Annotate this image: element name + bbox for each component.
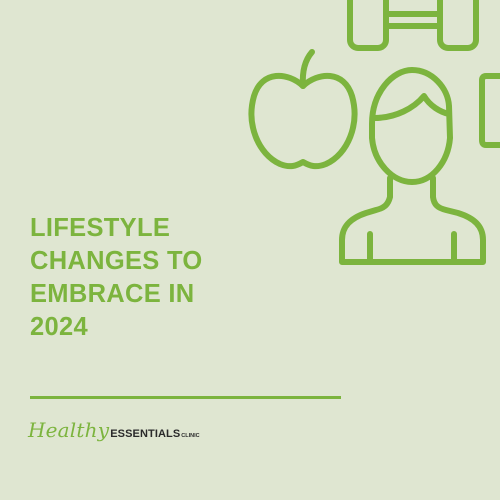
dumbbell-icon	[347, 0, 479, 51]
headline-line-2: CHANGES TO	[30, 247, 203, 275]
divider-line	[30, 396, 341, 399]
headline-line-4: 2024	[30, 313, 88, 341]
headline: LIFESTYLE CHANGES TO EMBRACE IN 2024	[30, 212, 330, 344]
phone-icon	[479, 73, 500, 148]
brand-logo: Healthy ESSENTIALS CLINIC	[28, 418, 200, 452]
apple-icon	[248, 49, 358, 170]
logo-sub-text: CLINIC	[181, 433, 200, 439]
logo-script-text: Healthy	[28, 418, 110, 442]
headline-line-3: EMBRACE IN	[30, 280, 195, 308]
headline-line-1: LIFESTYLE	[30, 214, 171, 242]
person-icon	[339, 67, 486, 265]
logo-main-text: ESSENTIALS	[110, 428, 181, 440]
promo-card: LIFESTYLE CHANGES TO EMBRACE IN 2024 Hea…	[0, 0, 500, 500]
